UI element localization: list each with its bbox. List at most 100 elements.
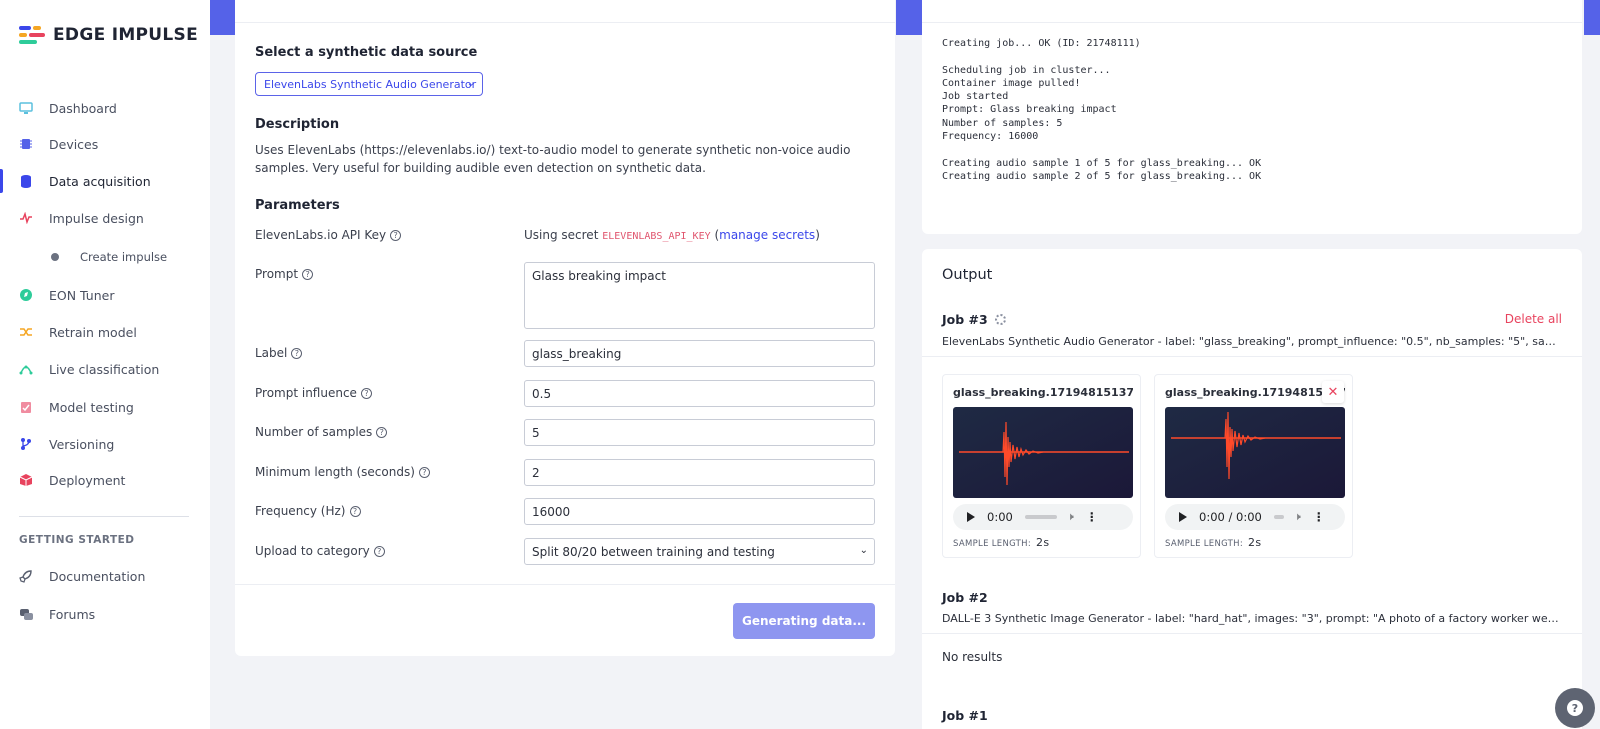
network-icon xyxy=(18,361,34,377)
samples-label-text: Number of samples xyxy=(255,425,373,439)
play-icon[interactable] xyxy=(1179,512,1187,522)
logo-mark-icon xyxy=(19,25,45,45)
generate-data-button[interactable]: Generating data... xyxy=(733,603,875,639)
help-icon[interactable]: ? xyxy=(291,347,303,359)
parameters-heading: Parameters xyxy=(255,198,340,213)
sidebar-item-label: Create impulse xyxy=(80,250,168,264)
minlen-input[interactable]: 2 xyxy=(524,459,875,486)
secret-prefix: Using secret xyxy=(524,228,599,242)
chip-icon xyxy=(18,136,34,152)
delete-all-button[interactable]: Delete all xyxy=(1505,312,1562,326)
job-separator xyxy=(922,356,1582,357)
sidebar-item-impulse-design[interactable]: Impulse design xyxy=(0,200,210,236)
audio-seek-bar[interactable] xyxy=(1024,515,1057,519)
help-icon[interactable]: ? xyxy=(376,426,388,438)
sample-card[interactable]: glass_breaking.1719481513737 0:00 🕨 ⋮ SA… xyxy=(942,374,1141,558)
samples-input[interactable]: 5 xyxy=(524,419,875,446)
sidebar-item-model-testing[interactable]: Model testing xyxy=(0,389,210,425)
help-icon[interactable]: ? xyxy=(349,505,361,517)
api-key-label: ElevenLabs.io API Key ? xyxy=(255,228,402,242)
clipboard-check-icon xyxy=(18,399,34,415)
label-input[interactable]: glass_breaking xyxy=(524,340,875,367)
label-label-text: Label xyxy=(255,346,288,360)
sample-length: SAMPLE LENGTH: 2s xyxy=(1165,536,1261,549)
sidebar-item-label: Deployment xyxy=(49,472,126,488)
sidebar: EDGE IMPULSE Dashboard Devices Data acqu… xyxy=(0,0,210,729)
sample-name: glass_breaking.1719481513737 xyxy=(953,386,1133,399)
box-icon xyxy=(18,472,34,488)
brand-name: EDGE IMPULSE xyxy=(53,25,199,45)
card-header-strip xyxy=(235,0,895,23)
help-icon[interactable]: ? xyxy=(418,466,430,478)
secret-name: ELEVENLABS_API_KEY xyxy=(602,231,711,242)
audio-time: 0:00 / 0:00 xyxy=(1199,510,1262,524)
prompt-label-text: Prompt xyxy=(255,267,299,281)
help-icon[interactable]: ? xyxy=(302,268,314,280)
category-select[interactable]: Split 80/20 between training and testing… xyxy=(524,538,875,565)
sidebar-item-retrain-model[interactable]: Retrain model xyxy=(0,314,210,350)
output-card: Output Job #3 Delete all ElevenLabs Synt… xyxy=(922,249,1582,729)
compass-icon xyxy=(18,287,34,303)
category-label-text: Upload to category xyxy=(255,544,370,558)
more-options-icon[interactable]: ⋮ xyxy=(1086,510,1098,524)
sidebar-item-label: Retrain model xyxy=(49,324,137,340)
help-icon[interactable]: ? xyxy=(373,545,385,557)
no-results-text: No results xyxy=(942,650,1003,664)
sidebar-item-label: Dashboard xyxy=(49,100,117,116)
volume-icon[interactable]: 🕨 xyxy=(1067,510,1074,524)
api-key-label-text: ElevenLabs.io API Key xyxy=(255,228,387,242)
sidebar-item-dashboard[interactable]: Dashboard xyxy=(0,90,210,126)
database-icon xyxy=(18,173,34,189)
sidebar-item-label: Devices xyxy=(49,136,99,152)
question-icon: ? xyxy=(1567,700,1583,716)
sidebar-item-label: Versioning xyxy=(49,436,115,452)
volume-icon[interactable]: 🕨 xyxy=(1294,510,1301,524)
audio-player[interactable]: 0:00 / 0:00 🕨 ⋮ xyxy=(1165,504,1345,530)
minlen-label: Minimum length (seconds) ? xyxy=(255,465,430,479)
close-icon[interactable]: ✕ xyxy=(1322,381,1344,403)
help-icon[interactable]: ? xyxy=(360,387,372,399)
sample-name: glass_breaking.1719481524737 xyxy=(1165,386,1345,399)
card-header-strip xyxy=(922,0,1582,23)
output-title: Output xyxy=(942,267,993,283)
secret-paren-close: ) xyxy=(815,228,820,242)
dot-icon xyxy=(51,253,59,261)
audio-seek-bar[interactable] xyxy=(1273,515,1284,519)
freq-label: Frequency (Hz) ? xyxy=(255,504,361,518)
sample-card[interactable]: glass_breaking.1719481524737 ✕ 0:00 / 0:… xyxy=(1154,374,1353,558)
sidebar-item-data-acquisition[interactable]: Data acquisition xyxy=(0,163,210,199)
synthetic-data-form-card: Select a synthetic data source ElevenLab… xyxy=(235,0,895,656)
description-heading: Description xyxy=(255,117,340,132)
source-select[interactable]: ElevenLabs Synthetic Audio Generator ⌄ xyxy=(255,72,483,96)
sidebar-item-versioning[interactable]: Versioning xyxy=(0,426,210,462)
more-options-icon[interactable]: ⋮ xyxy=(1313,510,1325,524)
prompt-textarea[interactable]: Glass breaking impact xyxy=(524,262,875,329)
sample-length-label: SAMPLE LENGTH: xyxy=(953,539,1032,549)
sidebar-item-forums[interactable]: Forums xyxy=(0,596,210,632)
samples-label: Number of samples ? xyxy=(255,425,388,439)
rocket-icon xyxy=(18,568,34,584)
sidebar-item-devices[interactable]: Devices xyxy=(0,126,210,162)
manage-secrets-link[interactable]: manage secrets xyxy=(719,228,815,242)
card-footer-divider xyxy=(235,584,895,585)
label-label: Label ? xyxy=(255,346,303,360)
job-separator xyxy=(922,633,1582,634)
source-select-value: ElevenLabs Synthetic Audio Generator xyxy=(264,77,477,91)
brand-logo[interactable]: EDGE IMPULSE xyxy=(19,24,198,46)
sidebar-item-eon-tuner[interactable]: EON Tuner xyxy=(0,277,210,313)
freq-input[interactable]: 16000 xyxy=(524,498,875,525)
sidebar-item-documentation[interactable]: Documentation xyxy=(0,558,210,594)
sidebar-item-create-impulse[interactable]: Create impulse xyxy=(0,239,210,275)
sample-length-value: 2s xyxy=(1248,536,1262,549)
job-log-card: Creating job... OK (ID: 21748111) Schedu… xyxy=(922,0,1582,234)
help-icon[interactable]: ? xyxy=(390,229,402,241)
sidebar-item-deployment[interactable]: Deployment xyxy=(0,462,210,498)
help-button[interactable]: ? xyxy=(1555,688,1595,728)
sidebar-item-label: Live classification xyxy=(49,361,160,377)
sidebar-item-live-classification[interactable]: Live classification xyxy=(0,351,210,387)
sidebar-item-label: Model testing xyxy=(49,399,134,415)
influence-input[interactable]: 0.5 xyxy=(524,380,875,407)
audio-player[interactable]: 0:00 🕨 ⋮ xyxy=(953,504,1133,530)
shuffle-icon xyxy=(18,324,34,340)
play-icon[interactable] xyxy=(967,512,975,522)
